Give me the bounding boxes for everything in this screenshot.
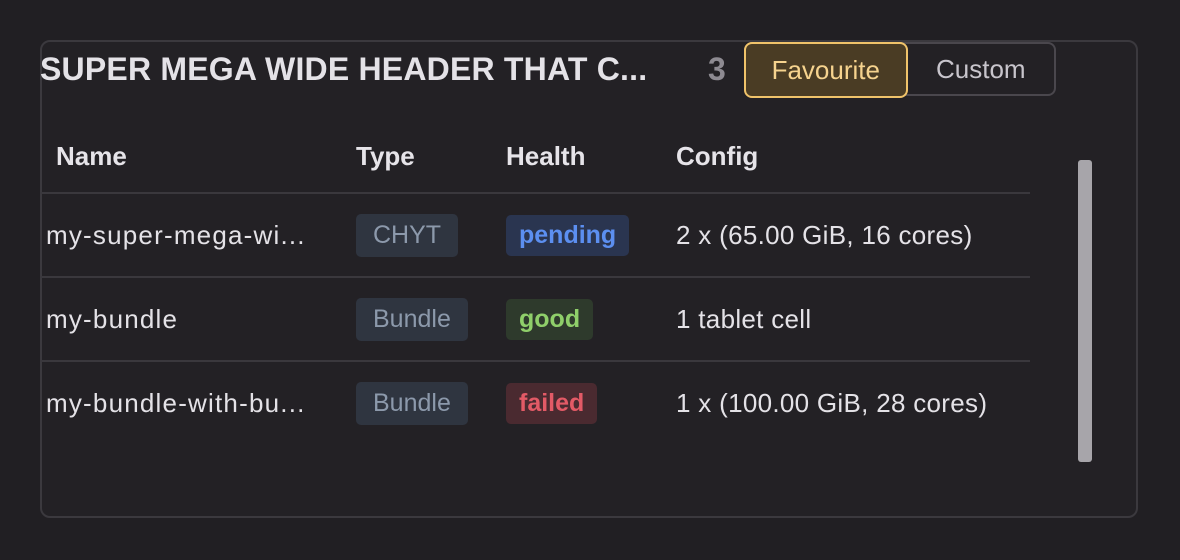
table-row[interactable]: my-bundle-with-bu... Bundle failed 1 x (… [40,362,1030,444]
card-header: SUPER MEGA WIDE HEADER THAT C... 3 Favou… [40,40,1140,98]
column-header-type[interactable]: Type [350,141,506,172]
view-switcher: Favourite Custom [743,42,1056,98]
type-badge: Bundle [356,381,468,425]
tab-favourite[interactable]: Favourite [743,42,908,98]
row-config: 2 x (65.00 GiB, 16 cores) [676,219,973,250]
row-config: 1 tablet cell [676,303,812,334]
table-row[interactable]: my-bundle Bundle good 1 tablet cell [40,278,1030,362]
health-badge: failed [506,382,598,424]
row-config: 1 x (100.00 GiB, 28 cores) [676,387,988,418]
table-header: Name Type Health Config [40,120,1030,194]
column-header-name[interactable]: Name [40,141,350,172]
row-name[interactable]: my-super-mega-wi... [46,220,326,251]
card-title: SUPER MEGA WIDE HEADER THAT C... [40,50,648,87]
column-header-health[interactable]: Health [506,141,676,172]
health-badge: pending [506,214,630,256]
table-row[interactable]: my-super-mega-wi... CHYT pending 2 x (65… [40,194,1030,278]
column-header-config[interactable]: Config [676,141,1030,172]
row-name[interactable]: my-bundle [46,304,326,335]
health-badge: good [506,298,594,340]
table-scrollbar[interactable] [1078,160,1092,462]
type-badge: Bundle [356,297,468,341]
type-badge: CHYT [356,213,459,257]
row-name[interactable]: my-bundle-with-bu... [46,388,326,419]
tab-custom[interactable]: Custom [908,44,1054,94]
bundles-table: Name Type Health Config my-super-mega-wi… [40,120,1030,444]
item-count: 3 [708,50,726,87]
